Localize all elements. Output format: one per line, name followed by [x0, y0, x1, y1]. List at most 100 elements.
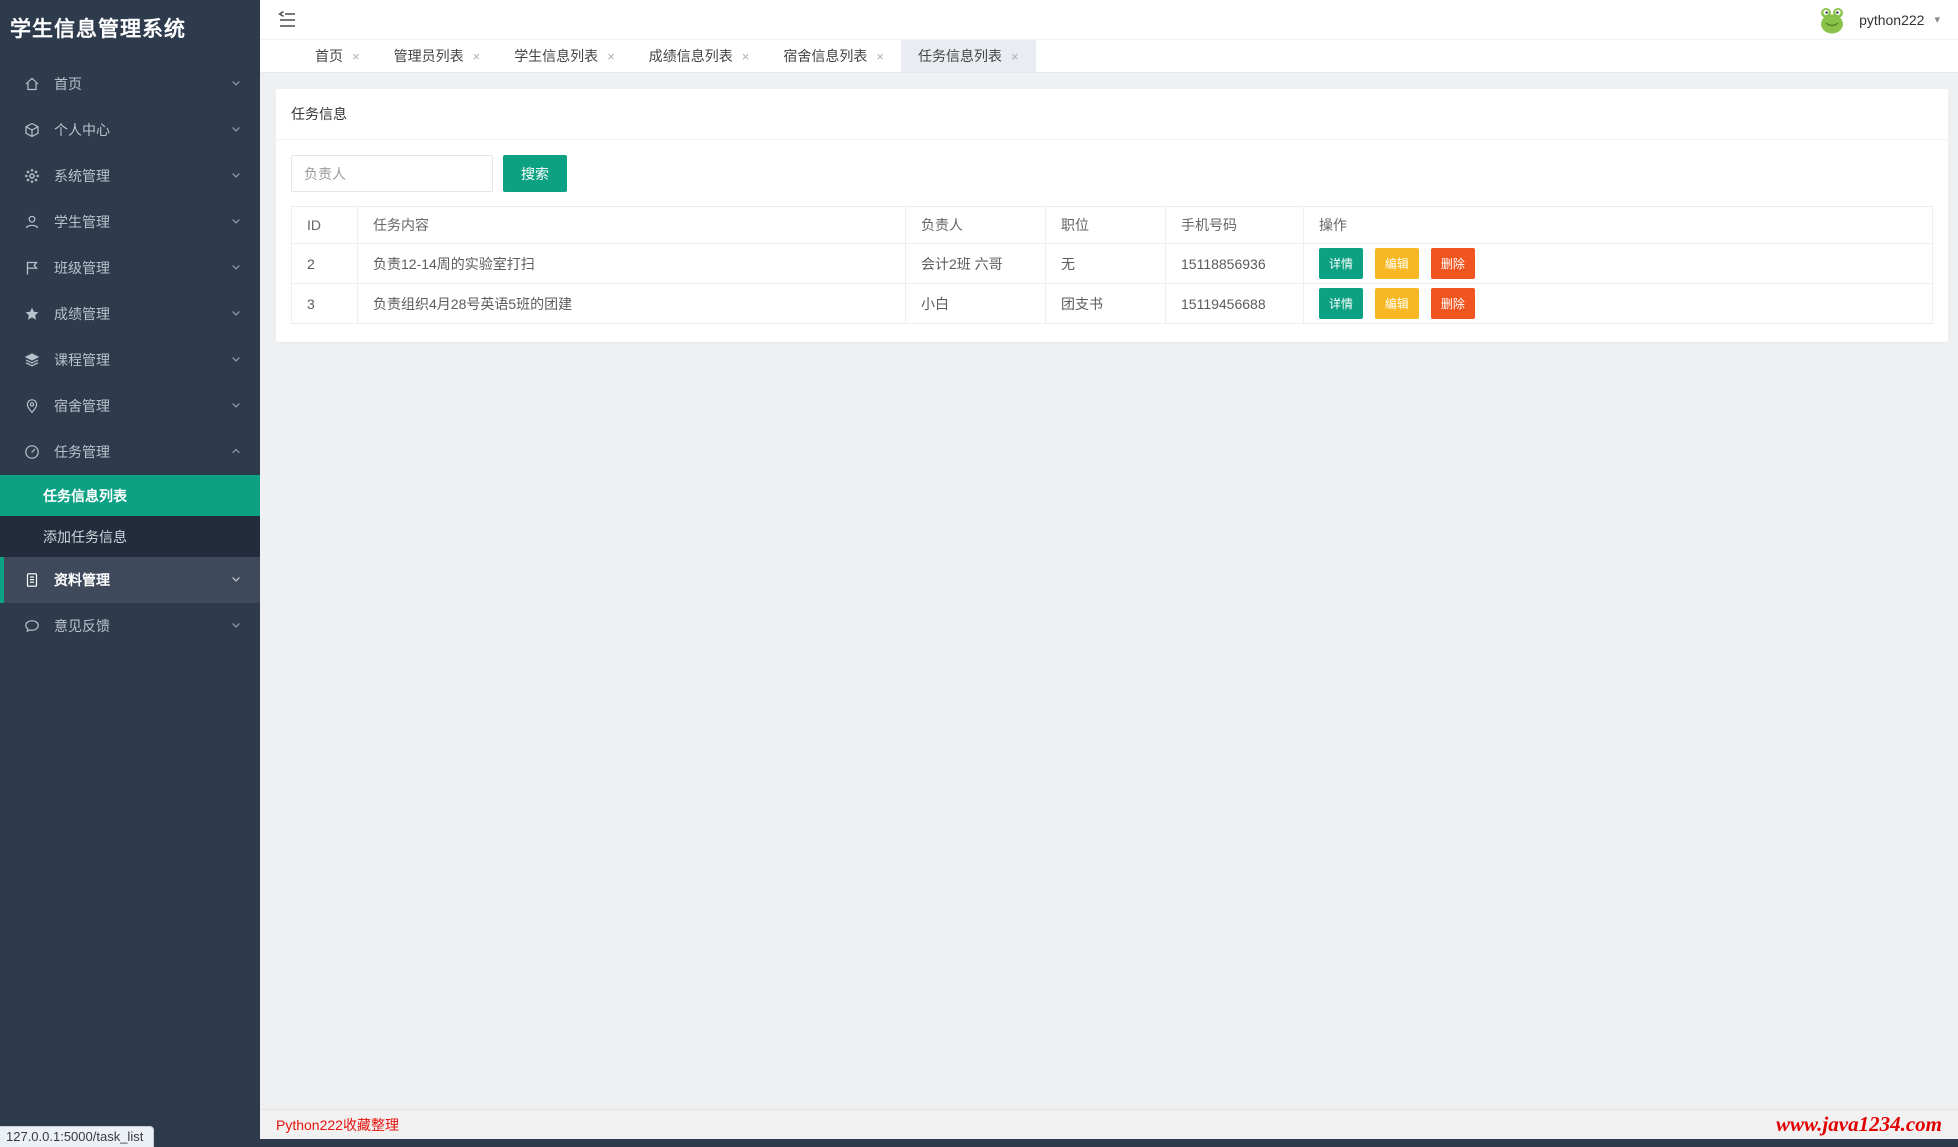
close-icon[interactable]: ×	[876, 50, 884, 63]
sidebar-item-grades[interactable]: 成绩管理	[0, 291, 260, 337]
footer-left-link[interactable]: Python222收藏整理	[276, 1115, 399, 1135]
avatar	[1815, 3, 1849, 37]
bottom-strip	[260, 1139, 1958, 1147]
username-label: python222	[1859, 12, 1924, 28]
sidebar-item-label: 班级管理	[54, 258, 110, 278]
sidebar-subitem-task-add[interactable]: 添加任务信息	[0, 516, 260, 557]
search-button[interactable]: 搜索	[503, 155, 567, 192]
tab-label: 任务信息列表	[918, 46, 1002, 66]
chevron-down-icon	[230, 168, 242, 184]
chevron-down-icon	[230, 618, 242, 634]
cell-actions: 详情 编辑 删除	[1304, 244, 1933, 284]
tab-label: 宿舍信息列表	[783, 46, 867, 66]
chevron-down-icon	[230, 76, 242, 92]
footer: Python222收藏整理 www.java1234.com	[260, 1109, 1958, 1139]
sidebar: 学生信息管理系统 首页 个人中心 系统管理	[0, 0, 260, 1147]
sidebar-item-profile[interactable]: 个人中心	[0, 107, 260, 153]
app-window: 学生信息管理系统 首页 个人中心 系统管理	[0, 0, 1958, 1147]
tab-dorm-list[interactable]: 宿舍信息列表 ×	[766, 40, 901, 72]
detail-button[interactable]: 详情	[1319, 288, 1363, 319]
search-input[interactable]	[291, 155, 493, 192]
edit-button[interactable]: 编辑	[1375, 288, 1419, 319]
chevron-down-icon	[230, 214, 242, 230]
sidebar-item-label: 宿舍管理	[54, 396, 110, 416]
tab-grade-list[interactable]: 成绩信息列表 ×	[632, 40, 767, 72]
sidebar-item-feedback[interactable]: 意见反馈	[0, 603, 260, 649]
sidebar-item-label: 任务管理	[54, 442, 110, 462]
chevron-down-icon	[230, 306, 242, 322]
sidebar-collapse-icon[interactable]	[276, 9, 298, 31]
close-icon[interactable]: ×	[607, 50, 615, 63]
tab-admin-list[interactable]: 管理员列表 ×	[377, 40, 498, 72]
sidebar-item-label: 首页	[54, 74, 82, 94]
sidebar-subitem-label: 任务信息列表	[43, 486, 127, 506]
cell-owner: 小白	[906, 284, 1046, 324]
card-body: 搜索 ID 任务内容 负责人 职位	[276, 140, 1948, 342]
col-header-actions: 操作	[1304, 207, 1933, 244]
search-row: 搜索	[291, 155, 1933, 192]
sidebar-subitem-task-list[interactable]: 任务信息列表	[0, 475, 260, 516]
edit-button[interactable]: 编辑	[1375, 248, 1419, 279]
chevron-down-icon	[230, 122, 242, 138]
card-title: 任务信息	[276, 89, 1948, 140]
cell-position: 团支书	[1046, 284, 1166, 324]
sidebar-item-label: 课程管理	[54, 350, 110, 370]
sidebar-item-home[interactable]: 首页	[0, 61, 260, 107]
cell-position: 无	[1046, 244, 1166, 284]
sidebar-item-label: 资料管理	[54, 570, 110, 590]
cell-id: 3	[292, 284, 358, 324]
chevron-down-icon	[230, 572, 242, 588]
table-header-row: ID 任务内容 负责人 职位 手机号码 操作	[292, 207, 1933, 244]
doc-icon	[24, 572, 40, 588]
sidebar-menu: 首页 个人中心 系统管理 学生管理	[0, 61, 260, 649]
cube-icon	[24, 122, 40, 138]
sidebar-item-materials[interactable]: 资料管理	[0, 557, 260, 603]
delete-button[interactable]: 删除	[1431, 288, 1475, 319]
col-header-position: 职位	[1046, 207, 1166, 244]
chevron-up-icon	[230, 444, 242, 460]
tab-task-list[interactable]: 任务信息列表 ×	[901, 40, 1036, 72]
col-header-id: ID	[292, 207, 358, 244]
cell-owner: 会计2班 六哥	[906, 244, 1046, 284]
flag-icon	[24, 260, 40, 276]
user-menu[interactable]: python222 ▾	[1815, 3, 1940, 37]
gear-icon	[24, 168, 40, 184]
chevron-down-icon	[230, 352, 242, 368]
tab-home[interactable]: 首页 ×	[298, 40, 377, 72]
home-icon	[24, 76, 40, 92]
layers-icon	[24, 352, 40, 368]
sidebar-item-tasks[interactable]: 任务管理	[0, 429, 260, 475]
tab-label: 学生信息列表	[514, 46, 598, 66]
footer-right-link[interactable]: www.java1234.com	[1776, 1112, 1942, 1137]
detail-button[interactable]: 详情	[1319, 248, 1363, 279]
tab-student-list[interactable]: 学生信息列表 ×	[497, 40, 632, 72]
sidebar-item-label: 意见反馈	[54, 616, 110, 636]
col-header-phone: 手机号码	[1166, 207, 1304, 244]
chevron-down-icon: ▾	[1934, 13, 1940, 26]
app-title: 学生信息管理系统	[0, 0, 260, 53]
cell-content: 负责12-14周的实验室打扫	[358, 244, 906, 284]
sidebar-item-label: 成绩管理	[54, 304, 110, 324]
tab-bar: 首页 × 管理员列表 × 学生信息列表 × 成绩信息列表 × 宿舍信息列表 × …	[260, 40, 1958, 73]
tab-label: 管理员列表	[394, 46, 464, 66]
close-icon[interactable]: ×	[742, 50, 750, 63]
sidebar-item-label: 系统管理	[54, 166, 110, 186]
chevron-down-icon	[230, 260, 242, 276]
sidebar-item-courses[interactable]: 课程管理	[0, 337, 260, 383]
sidebar-subitem-label: 添加任务信息	[43, 527, 127, 547]
task-table: ID 任务内容 负责人 职位 手机号码 操作 2 负责12-14	[291, 206, 1933, 324]
col-header-owner: 负责人	[906, 207, 1046, 244]
delete-button[interactable]: 删除	[1431, 248, 1475, 279]
star-icon	[24, 306, 40, 322]
cell-phone: 15118856936	[1166, 244, 1304, 284]
close-icon[interactable]: ×	[473, 50, 481, 63]
sidebar-item-classes[interactable]: 班级管理	[0, 245, 260, 291]
cell-actions: 详情 编辑 删除	[1304, 284, 1933, 324]
sidebar-item-dorms[interactable]: 宿舍管理	[0, 383, 260, 429]
table-row: 3 负责组织4月28号英语5班的团建 小白 团支书 15119456688 详情…	[292, 284, 1933, 324]
tab-label: 成绩信息列表	[649, 46, 733, 66]
close-icon[interactable]: ×	[1011, 50, 1019, 63]
sidebar-item-system[interactable]: 系统管理	[0, 153, 260, 199]
sidebar-item-students[interactable]: 学生管理	[0, 199, 260, 245]
close-icon[interactable]: ×	[352, 50, 360, 63]
